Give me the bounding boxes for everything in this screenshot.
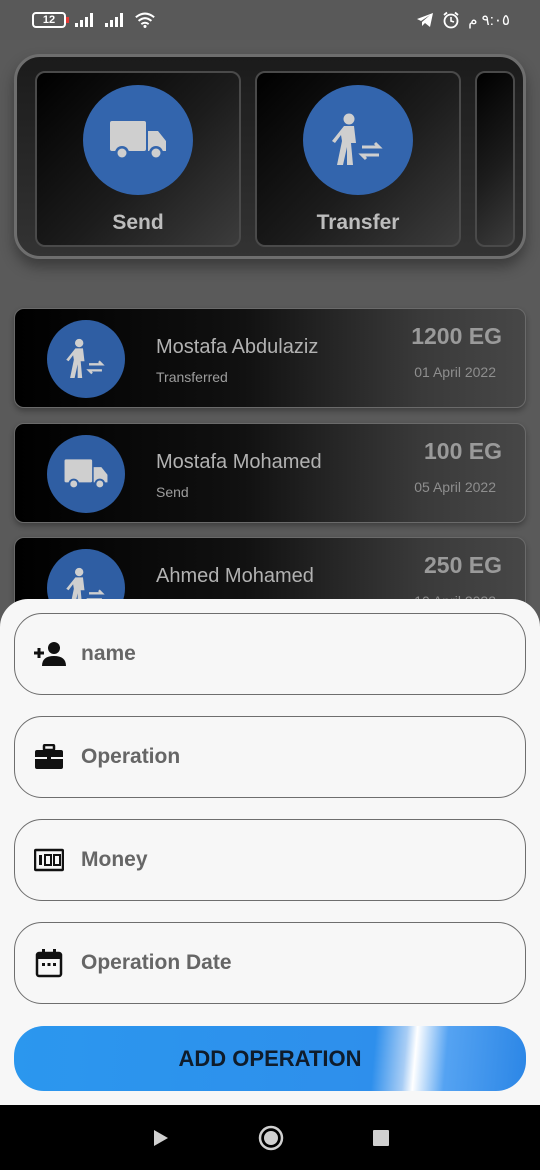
person-transfer-icon — [332, 113, 383, 165]
briefcase-icon — [32, 742, 66, 772]
name-input[interactable] — [81, 642, 501, 666]
back-icon[interactable] — [150, 1128, 170, 1148]
transaction-name: Mostafa Abdulaziz — [156, 336, 319, 358]
status-bar: 12 ٩:٠٥ م — [0, 0, 540, 40]
send-action-button[interactable]: Send — [35, 71, 241, 247]
money-input[interactable] — [81, 848, 501, 872]
transfer-action-button[interactable]: Transfer — [255, 71, 461, 247]
transaction-name: Mostafa Mohamed — [156, 451, 322, 473]
operation-field[interactable] — [14, 716, 526, 798]
signal-icon — [105, 13, 123, 27]
alarm-icon — [443, 11, 459, 29]
send-label: Send — [112, 211, 164, 234]
operation-date-input[interactable] — [81, 951, 501, 975]
battery-icon: 12 — [32, 12, 69, 28]
signal-icon — [75, 13, 93, 27]
truck-icon — [64, 459, 108, 490]
status-right: ٩:٠٥ م — [416, 11, 510, 29]
transaction-type: Send — [156, 484, 189, 500]
transaction-amount: 1200 EG — [411, 323, 502, 349]
battery-level: 12 — [42, 14, 56, 26]
transfer-icon-circle — [303, 85, 413, 195]
transaction-date: 05 April 2022 — [414, 479, 496, 495]
transaction-avatar — [47, 320, 125, 398]
status-left: 12 — [32, 11, 156, 29]
money-field[interactable] — [14, 819, 526, 901]
calendar-icon — [32, 948, 66, 978]
operation-input[interactable] — [81, 745, 501, 769]
transaction-amount: 100 EG — [424, 438, 502, 464]
next-action-tile[interactable] — [475, 71, 515, 247]
operation-date-field[interactable] — [14, 922, 526, 1004]
home-icon[interactable] — [258, 1125, 284, 1151]
actions-carousel[interactable]: Send Transfer — [14, 54, 526, 259]
transaction-type: Transferred — [156, 369, 228, 385]
transaction-card[interactable]: Mostafa Mohamed Send 100 EG 05 April 202… — [14, 423, 526, 523]
system-nav-bar — [0, 1105, 540, 1170]
add-operation-sheet: ADD OPERATION — [0, 599, 540, 1105]
transaction-amount: 250 EG — [424, 552, 502, 578]
send-icon-circle — [83, 85, 193, 195]
recents-icon[interactable] — [372, 1129, 390, 1147]
person-add-icon — [32, 639, 66, 669]
truck-icon — [110, 121, 166, 160]
add-operation-button[interactable]: ADD OPERATION — [14, 1026, 526, 1091]
transaction-card[interactable]: Mostafa Abdulaziz Transferred 1200 EG 01… — [14, 308, 526, 408]
transaction-date: 01 April 2022 — [414, 364, 496, 380]
transaction-avatar — [47, 435, 125, 513]
wifi-icon — [135, 12, 155, 28]
person-transfer-icon — [66, 338, 105, 378]
transaction-name: Ahmed Mohamed — [156, 565, 314, 587]
money-icon — [32, 845, 66, 875]
name-field[interactable] — [14, 613, 526, 695]
telegram-icon — [417, 13, 434, 27]
clock: ٩:٠٥ م — [468, 12, 510, 29]
transfer-label: Transfer — [316, 211, 400, 234]
